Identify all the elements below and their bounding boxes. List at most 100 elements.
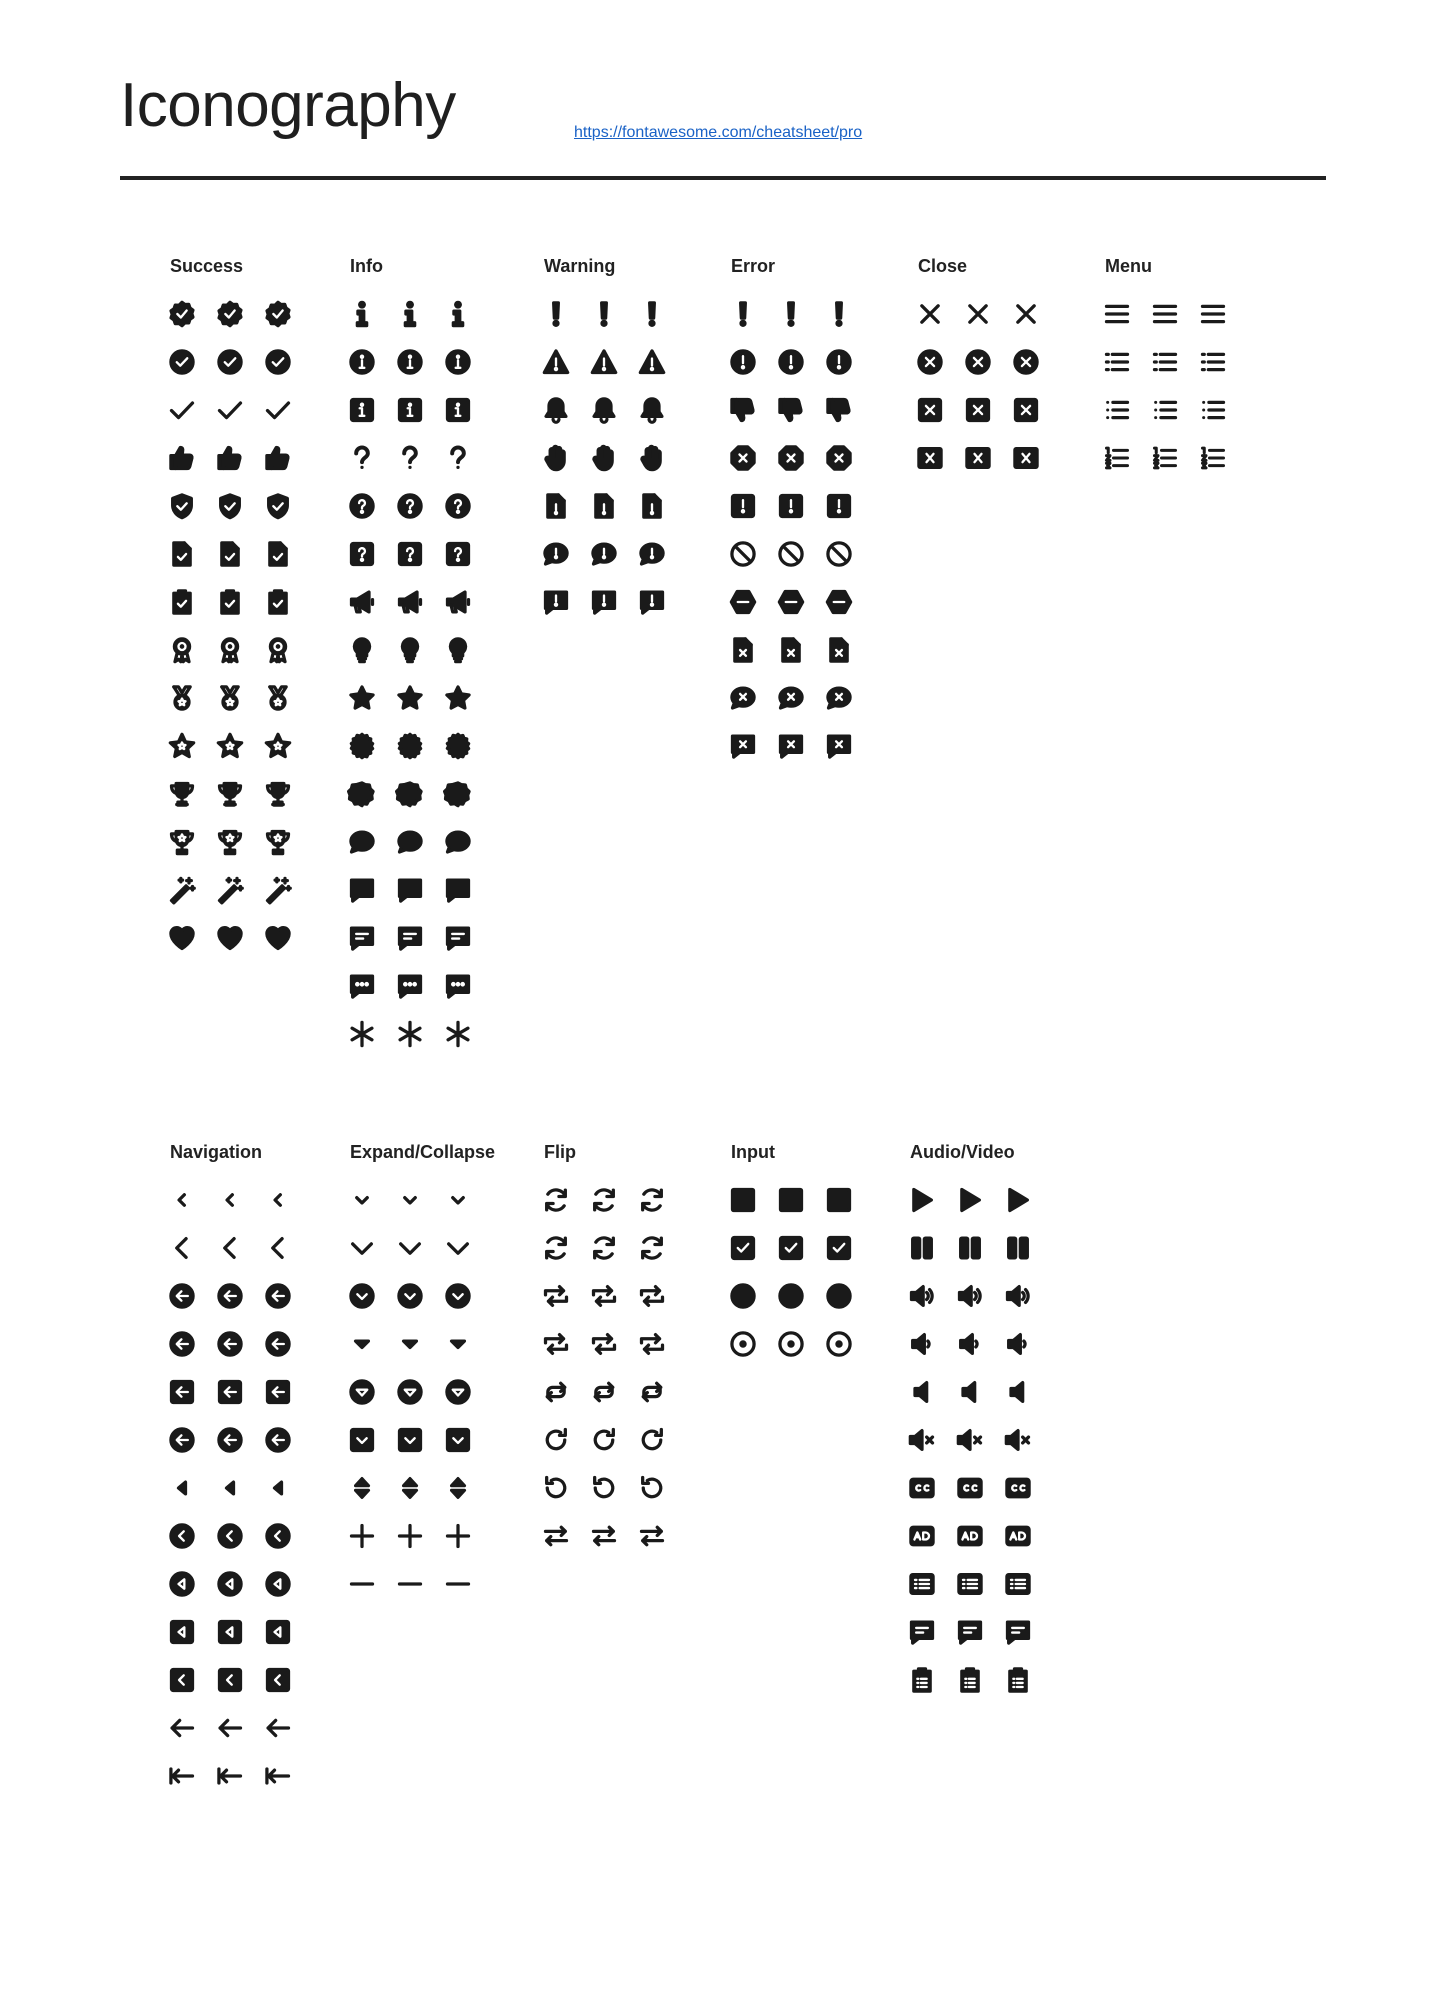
square-chevron-left-icon: .g *{stroke:#1a1a1a;stroke-width:1.9;fil… [216, 1666, 244, 1694]
rect-xmark-icon: .g *{stroke:#1a1a1a;stroke-width:1.9;fil… [964, 444, 992, 472]
square-info-icon: .g *{stroke:#1a1a1a;stroke-width:1.1;fil… [348, 396, 376, 424]
circle-caret-left-icon: .g *{stroke:#1a1a1a;stroke-width:1.1;fil… [168, 1570, 196, 1598]
group-title: Flip [544, 1142, 576, 1162]
square-xmark-icon: .g *{stroke:#1a1a1a;stroke-width:1.1;fil… [916, 396, 944, 424]
repeat-alt-icon: .g *{stroke:#1a1a1a;stroke-width:1.1;fil… [542, 1330, 570, 1358]
list-ol-icon: .g *{stroke:#1a1a1a;stroke-width:1.9;fil… [1151, 444, 1179, 472]
circle-caret-left-icon: .g *{stroke:#1a1a1a;stroke-width:2.8;fil… [264, 1570, 292, 1598]
message-lines-icon: .g *{stroke:#1a1a1a;stroke-width:2.8;fil… [1004, 1618, 1032, 1646]
circle-check-icon: .g *{stroke:#1a1a1a;stroke-width:1.1;fil… [168, 348, 196, 376]
xmark-icon: .g *{stroke:#1a1a1a;stroke-width:1.9;fil… [964, 300, 992, 328]
closed-captioning-icon: .g *{stroke:#1a1a1a;stroke-width:1.1;fil… [908, 1474, 936, 1502]
square-question-icon: .g *{stroke:#1a1a1a;stroke-width:1.9;fil… [396, 540, 424, 568]
circle-dot-icon: .g *{stroke:#1a1a1a;stroke-width:2.8;fil… [825, 1330, 853, 1358]
rotate-right-icon: .g *{stroke:#1a1a1a;stroke-width:1.9;fil… [590, 1426, 618, 1454]
certificate-icon: .g *{stroke:#1a1a1a;stroke-width:1.9;fil… [396, 732, 424, 760]
group-title: Warning [544, 256, 616, 276]
circle-icon: .g *{stroke:#1a1a1a;stroke-width:1.1;fil… [729, 1282, 757, 1310]
chevron-left-small-icon: .g *{stroke:#1a1a1a;stroke-width:1.1;fil… [168, 1186, 196, 1214]
hexagon-minus-icon: .g *{stroke:#1a1a1a;stroke-width:1.1;fil… [729, 588, 757, 616]
square-chevron-down-icon: .g *{stroke:#1a1a1a;stroke-width:1.9;fil… [396, 1426, 424, 1454]
arrows-rotate-alt-icon: .g *{stroke:#1a1a1a;stroke-width:2.8;fil… [638, 1234, 666, 1262]
rect-xmark-icon: .g *{stroke:#1a1a1a;stroke-width:1.1;fil… [916, 444, 944, 472]
circle-chevron-left-icon: .g *{stroke:#1a1a1a;stroke-width:1.1;fil… [168, 1522, 196, 1550]
triangle-exclamation-icon: .g *{stroke:#1a1a1a;stroke-width:1.1;fil… [542, 348, 570, 376]
magic-wand-icon: .g *{stroke:#1a1a1a;stroke-width:2.8;fil… [264, 876, 292, 905]
play-icon: .g *{stroke:#1a1a1a;stroke-width:1.9;fil… [956, 1186, 984, 1214]
shield-check-icon: .g *{stroke:#1a1a1a;stroke-width:2.8;fil… [264, 492, 292, 520]
hand-icon: .g *{stroke:#1a1a1a;stroke-width:1.1;fil… [542, 444, 570, 472]
plus-icon: .g *{stroke:#1a1a1a;stroke-width:2.8;fil… [444, 1522, 472, 1550]
circle-arrow-left-2-icon: .g *{stroke:#1a1a1a;stroke-width:1.1;fil… [168, 1426, 196, 1454]
group-title: Navigation [170, 1142, 263, 1162]
square-icon: .g *{stroke:#1a1a1a;stroke-width:1.1;fil… [729, 1186, 757, 1214]
circle-question-icon: .g *{stroke:#1a1a1a;stroke-width:2.8;fil… [444, 492, 472, 520]
chevron-down-small-icon: .g *{stroke:#1a1a1a;stroke-width:2.8;fil… [444, 1186, 472, 1214]
megaphone-icon: .g *{stroke:#1a1a1a;stroke-width:1.9;fil… [396, 588, 424, 616]
caret-down-icon: .g *{stroke:#1a1a1a;stroke-width:2.8;fil… [444, 1330, 472, 1358]
repeat-alt-icon: .g *{stroke:#1a1a1a;stroke-width:2.8;fil… [638, 1330, 666, 1358]
circle-check-icon: .g *{stroke:#1a1a1a;stroke-width:2.8;fil… [264, 348, 292, 376]
award-icon: .g *{stroke:#1a1a1a;stroke-width:1.9;fil… [216, 636, 244, 664]
star-icon: .g *{stroke:#1a1a1a;stroke-width:2.8;fil… [444, 684, 472, 712]
arrow-left-to-line-icon: .g *{stroke:#1a1a1a;stroke-width:1.1;fil… [168, 1762, 196, 1790]
info-icon: .g *{stroke:#1a1a1a;stroke-width:2.8;fil… [444, 300, 472, 328]
message-lines-icon: .g *{stroke:#1a1a1a;stroke-width:1.9;fil… [956, 1618, 984, 1646]
caret-down-icon: .g *{stroke:#1a1a1a;stroke-width:1.9;fil… [396, 1330, 424, 1358]
hexagon-minus-icon: .g *{stroke:#1a1a1a;stroke-width:1.9;fil… [777, 588, 805, 616]
message-exclamation-icon: .g *{stroke:#1a1a1a;stroke-width:1.9;fil… [590, 588, 618, 616]
magic-wand-icon: .g *{stroke:#1a1a1a;stroke-width:1.1;fil… [168, 876, 196, 905]
caret-left-icon: .g *{stroke:#1a1a1a;stroke-width:1.9;fil… [216, 1474, 244, 1502]
cheatsheet-link[interactable]: https://fontawesome.com/cheatsheet/pro [574, 124, 862, 142]
thumbs-up-icon: .g *{stroke:#1a1a1a;stroke-width:2.8;fil… [264, 444, 292, 472]
award-icon: .g *{stroke:#1a1a1a;stroke-width:1.1;fil… [168, 636, 196, 664]
message-exclamation-icon: .g *{stroke:#1a1a1a;stroke-width:1.1;fil… [542, 588, 570, 616]
circle-icon: .g *{stroke:#1a1a1a;stroke-width:1.9;fil… [777, 1282, 805, 1310]
square-arrow-left-icon: .g *{stroke:#1a1a1a;stroke-width:1.9;fil… [216, 1378, 244, 1406]
question-icon: .g *{stroke:#1a1a1a;stroke-width:2.8;fil… [444, 444, 472, 472]
arrow-right-arrow-left-icon: .g *{stroke:#1a1a1a;stroke-width:2.8;fil… [638, 1522, 666, 1550]
star-icon: .g *{stroke:#1a1a1a;stroke-width:1.9;fil… [396, 684, 424, 712]
heart-icon: .g *{stroke:#1a1a1a;stroke-width:2.8;fil… [264, 924, 292, 952]
circle-arrow-left-2-icon: .g *{stroke:#1a1a1a;stroke-width:2.8;fil… [264, 1426, 292, 1454]
message-dots-icon: .g *{stroke:#1a1a1a;stroke-width:1.9;fil… [396, 972, 424, 1000]
message-lines-icon: .g *{stroke:#1a1a1a;stroke-width:1.9;fil… [396, 924, 424, 952]
circle-chevron-left-icon: .g *{stroke:#1a1a1a;stroke-width:2.8;fil… [264, 1522, 292, 1550]
page-title: Iconography [120, 71, 456, 140]
chevron-down-icon: .g *{stroke:#1a1a1a;stroke-width:1.1;fil… [348, 1234, 376, 1262]
square-check-icon: .g *{stroke:#1a1a1a;stroke-width:2.8;fil… [825, 1234, 853, 1262]
star-badge-icon: .g *{stroke:#1a1a1a;stroke-width:1.9;fil… [216, 732, 244, 760]
group-title: Expand/Collapse [350, 1142, 496, 1162]
chevron-left-small-icon: .g *{stroke:#1a1a1a;stroke-width:2.8;fil… [264, 1186, 292, 1214]
group-title: Input [731, 1142, 775, 1162]
square-info-icon: .g *{stroke:#1a1a1a;stroke-width:2.8;fil… [444, 396, 472, 424]
caret-left-icon: .g *{stroke:#1a1a1a;stroke-width:1.1;fil… [168, 1474, 196, 1502]
minus-icon: .g *{stroke:#1a1a1a;stroke-width:2.8;fil… [444, 1570, 472, 1598]
message-icon: .g *{stroke:#1a1a1a;stroke-width:2.8;fil… [444, 876, 472, 904]
bell-icon: .g *{stroke:#1a1a1a;stroke-width:1.1;fil… [542, 396, 570, 424]
square-xmark-icon: .g *{stroke:#1a1a1a;stroke-width:2.8;fil… [1012, 396, 1040, 424]
check-icon: .g *{stroke:#1a1a1a;stroke-width:1.1;fil… [168, 396, 196, 424]
circle-exclamation-icon: .g *{stroke:#1a1a1a;stroke-width:2.8;fil… [825, 348, 853, 376]
message-dots-icon: .g *{stroke:#1a1a1a;stroke-width:1.1;fil… [348, 972, 376, 1000]
caret-down-icon: .g *{stroke:#1a1a1a;stroke-width:1.1;fil… [348, 1330, 376, 1358]
square-arrow-left-icon: .g *{stroke:#1a1a1a;stroke-width:2.8;fil… [264, 1378, 292, 1406]
question-icon: .g *{stroke:#1a1a1a;stroke-width:1.9;fil… [396, 444, 424, 472]
arrows-rotate-icon: .g *{stroke:#1a1a1a;stroke-width:1.1;fil… [542, 1186, 570, 1214]
circle-caret-down-icon: .g *{stroke:#1a1a1a;stroke-width:2.8;fil… [444, 1378, 472, 1406]
thumbs-down-icon: .g *{stroke:#1a1a1a;stroke-width:1.9;fil… [777, 396, 805, 424]
repeat-loop-icon: .g *{stroke:#1a1a1a;stroke-width:1.1;fil… [542, 1378, 570, 1406]
group-title: Menu [1105, 256, 1152, 276]
title-divider [120, 176, 1326, 180]
repeat-icon: .g *{stroke:#1a1a1a;stroke-width:1.9;fil… [590, 1282, 618, 1310]
square-chevron-down-icon: .g *{stroke:#1a1a1a;stroke-width:2.8;fil… [444, 1426, 472, 1454]
badge-check-icon: .g *{stroke:#1a1a1a;stroke-width:2.8;fil… [264, 300, 292, 328]
bars-icon: .g *{stroke:#1a1a1a;stroke-width:1.1;fil… [1103, 300, 1131, 328]
circle-xmark-icon: .g *{stroke:#1a1a1a;stroke-width:1.9;fil… [964, 348, 992, 376]
audio-description-icon: .g *{stroke:#1a1a1a;stroke-width:1.9;fil… [956, 1522, 984, 1550]
lightbulb-icon: .g *{stroke:#1a1a1a;stroke-width:1.1;fil… [348, 636, 376, 664]
square-info-icon: .g *{stroke:#1a1a1a;stroke-width:1.9;fil… [396, 396, 424, 424]
heart-icon: .g *{stroke:#1a1a1a;stroke-width:1.1;fil… [168, 924, 196, 952]
volume-xmark-icon: .g *{stroke:#1a1a1a;stroke-width:1.1;fil… [908, 1426, 936, 1454]
circle-chevron-left-icon: .g *{stroke:#1a1a1a;stroke-width:1.9;fil… [216, 1522, 244, 1550]
